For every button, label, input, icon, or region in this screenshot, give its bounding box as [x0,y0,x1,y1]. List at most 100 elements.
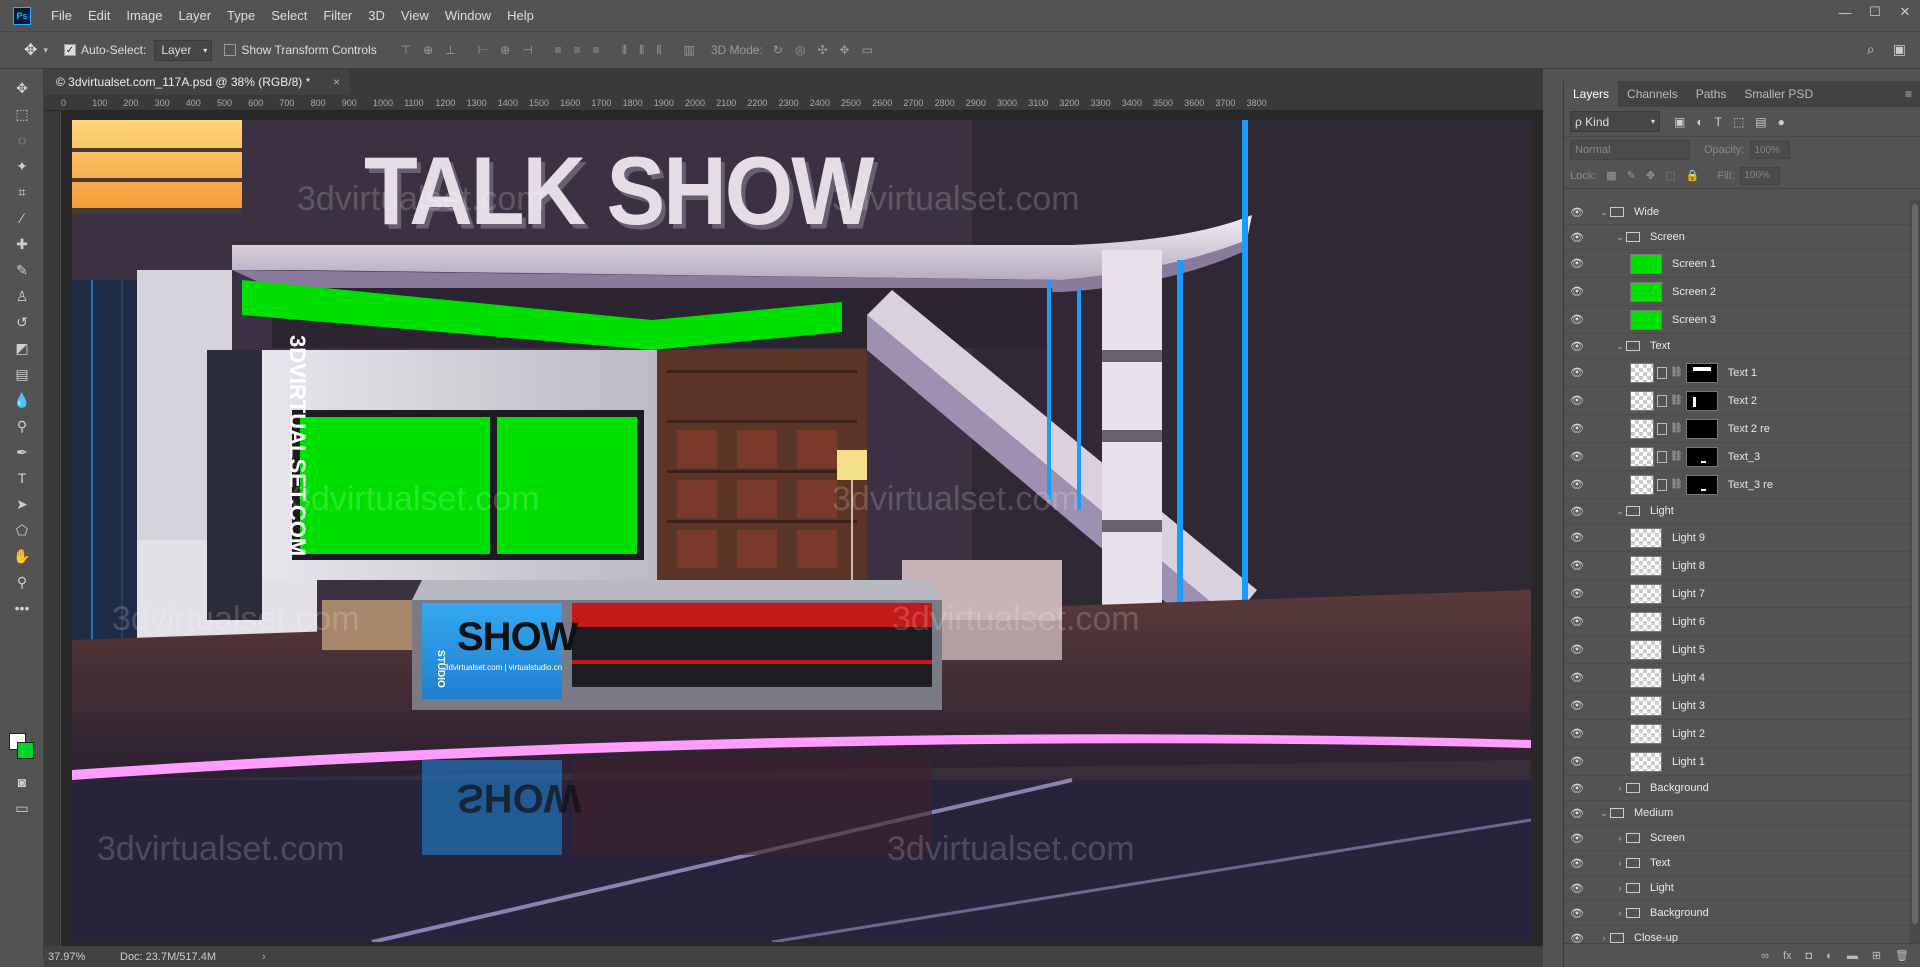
layer-name[interactable]: Screen [1650,231,1685,243]
history-brush-tool-icon[interactable]: ↺ [0,309,44,335]
layer-row[interactable]: 👁 ⛓ Text 2 [1564,387,1920,415]
close-window-button[interactable]: ✕ [1890,0,1920,24]
status-menu-caret-icon[interactable]: › [262,951,266,963]
delete-layer-icon[interactable]: 🗑 [1895,949,1909,962]
align-right-icon[interactable]: ⊣ [522,43,532,58]
layer-group-row[interactable]: 👁 › Text [1564,851,1920,876]
chevron-down-icon[interactable]: ⌄ [1614,341,1626,352]
layer-row[interactable]: 👁 ⛓ Text 2 re [1564,415,1920,443]
tab-layers[interactable]: Layers [1564,81,1619,107]
roll-3d-icon[interactable]: ◎ [795,43,805,57]
lock-all-icon[interactable]: 🔒 [1686,169,1700,182]
visibility-eye-icon[interactable]: 👁 [1564,907,1590,920]
gradient-tool-icon[interactable]: ▤ [0,361,44,387]
search-icon[interactable]: ⌕ [1867,41,1875,58]
visibility-eye-icon[interactable]: 👁 [1564,882,1590,895]
layer-name[interactable]: Light 1 [1672,756,1705,768]
chevron-right-icon[interactable]: › [1614,833,1626,843]
layer-name[interactable]: Light 2 [1672,728,1705,740]
new-group-icon[interactable]: ▬ [1847,950,1858,962]
chevron-down-icon[interactable]: ⌄ [1614,232,1626,243]
visibility-eye-icon[interactable]: 👁 [1564,366,1590,379]
visibility-eye-icon[interactable]: 👁 [1564,643,1590,656]
layer-name[interactable]: Background [1650,907,1709,919]
filter-kind-dropdown[interactable]: ρ Kind ▾ [1570,111,1660,132]
scale-3d-icon[interactable]: ▭ [862,43,873,57]
visibility-eye-icon[interactable]: 👁 [1564,505,1590,518]
hand-tool-icon[interactable]: ✋ [0,543,44,569]
lock-artboard-icon[interactable]: ⬚ [1665,169,1675,182]
menu-view[interactable]: View [393,8,437,23]
menu-3d[interactable]: 3D [360,8,393,23]
visibility-eye-icon[interactable]: 👁 [1564,285,1590,298]
zoom-level[interactable]: 37.97% [48,951,120,963]
layer-row[interactable]: 👁 Light 9 [1564,524,1920,552]
visibility-eye-icon[interactable]: 👁 [1564,755,1590,768]
layer-row[interactable]: 👁 Light 3 [1564,692,1920,720]
visibility-eye-icon[interactable]: 👁 [1564,531,1590,544]
layer-name[interactable]: Background [1650,782,1709,794]
menu-help[interactable]: Help [499,8,542,23]
layer-name[interactable]: Text_3 re [1728,479,1773,491]
chevron-right-icon[interactable]: › [1614,783,1626,793]
layer-name[interactable]: Text 2 [1728,395,1757,407]
menu-image[interactable]: Image [118,8,170,23]
menu-edit[interactable]: Edit [80,8,118,23]
filter-type-icon[interactable]: T [1715,115,1722,129]
filter-adjustment-icon[interactable]: ◐ [1696,115,1703,129]
healing-brush-tool-icon[interactable]: ✚ [0,231,44,257]
layer-name[interactable]: Light 5 [1672,644,1705,656]
layer-row[interactable]: 👁 Light 5 [1564,636,1920,664]
crop-tool-icon[interactable]: ⌗ [0,179,44,205]
layer-name[interactable]: Screen 1 [1672,258,1716,270]
visibility-eye-icon[interactable]: 👁 [1564,932,1590,944]
zoom-tool-icon[interactable]: ⚲ [0,569,44,595]
distribute-left-icon[interactable]: ⦀ [622,43,627,58]
layer-name[interactable]: Light 8 [1672,560,1705,572]
align-left-icon[interactable]: ⊢ [478,43,488,58]
layer-name[interactable]: Light 3 [1672,700,1705,712]
layer-group-row[interactable]: 👁 ⌄ Screen [1564,225,1920,250]
layer-name[interactable]: Light [1650,882,1674,894]
minimize-button[interactable]: — [1830,0,1860,24]
layer-name[interactable]: Medium [1634,807,1673,819]
visibility-eye-icon[interactable]: 👁 [1564,699,1590,712]
visibility-eye-icon[interactable]: 👁 [1564,206,1590,219]
orbit-3d-icon[interactable]: ↻ [773,43,783,57]
align-vcenter-icon[interactable]: ⊕ [423,43,433,58]
layer-row[interactable]: 👁 Light 8 [1564,552,1920,580]
new-layer-icon[interactable]: ⊞ [1872,949,1881,962]
layer-row[interactable]: 👁 Light 6 [1564,608,1920,636]
tab-paths[interactable]: Paths [1687,81,1736,107]
lock-image-icon[interactable]: ✎ [1627,169,1636,182]
type-tool-icon[interactable]: T [0,465,44,491]
pen-tool-icon[interactable]: ✒ [0,439,44,465]
background-color-swatch[interactable] [17,742,34,759]
eraser-tool-icon[interactable]: ◩ [0,335,44,361]
layer-name[interactable]: Screen 2 [1672,286,1716,298]
auto-select-target-dropdown[interactable]: Layer ▾ [154,39,213,61]
show-transform-controls-checkbox[interactable]: Show Transform Controls [224,43,377,57]
tool-preset-caret-icon[interactable]: ▾ [43,45,48,56]
auto-align-icon[interactable]: ▥ [684,43,695,58]
chevron-down-icon[interactable]: ⌄ [1614,506,1626,517]
magic-wand-tool-icon[interactable]: ✦ [0,153,44,179]
adjustment-layer-icon[interactable]: ◐ [1826,950,1833,962]
mask-link-icon[interactable]: ⛓ [1670,367,1683,378]
layer-row[interactable]: 👁 Light 1 [1564,748,1920,776]
blur-tool-icon[interactable]: 💧 [0,387,44,413]
more-tools-icon[interactable]: ••• [0,595,44,621]
chevron-right-icon[interactable]: › [1614,883,1626,893]
mask-link-icon[interactable]: ⛓ [1670,423,1683,434]
mask-link-icon[interactable]: ⛓ [1670,395,1683,406]
marquee-tool-icon[interactable]: ⬚ [0,101,44,127]
shape-tool-icon[interactable]: ⬠ [0,517,44,543]
move-tool-icon[interactable]: ✥ [24,40,37,60]
layer-row[interactable]: 👁 Screen 1 [1564,250,1920,278]
layer-name[interactable]: Screen 3 [1672,314,1716,326]
menu-window[interactable]: Window [437,8,499,23]
visibility-eye-icon[interactable]: 👁 [1564,257,1590,270]
layer-name[interactable]: Text 2 re [1728,423,1770,435]
tab-smaller-psd[interactable]: Smaller PSD [1735,81,1822,107]
visibility-eye-icon[interactable]: 👁 [1564,422,1590,435]
